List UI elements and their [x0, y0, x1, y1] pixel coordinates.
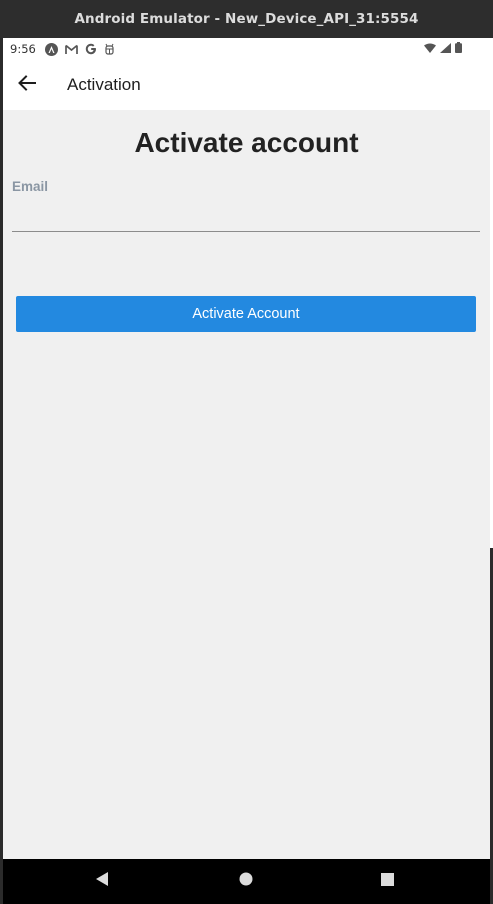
nav-home-button[interactable] — [222, 859, 270, 904]
status-time: 9:56 — [10, 42, 36, 56]
status-system-icons — [424, 42, 462, 56]
nav-recents-button[interactable] — [363, 859, 411, 904]
anchor-icon — [44, 42, 58, 56]
system-nav-bar — [3, 859, 490, 904]
gmail-icon — [64, 44, 78, 55]
device-screen: 9:56 Activation Activate account Email A… — [3, 38, 490, 904]
home-circle-icon — [239, 872, 253, 891]
wifi-icon — [424, 42, 436, 56]
signal-icon — [440, 42, 451, 56]
back-button[interactable] — [2, 60, 52, 110]
nav-back-button[interactable] — [78, 859, 126, 904]
window-title: Android Emulator - New_Device_API_31:555… — [74, 11, 419, 27]
activation-form: Activate account Email Activate Account — [3, 110, 490, 859]
google-icon — [85, 43, 97, 55]
email-label: Email — [12, 179, 49, 194]
window-titlebar: Android Emulator - New_Device_API_31:555… — [0, 0, 493, 38]
app-bar: Activation — [3, 60, 490, 110]
email-field[interactable] — [12, 198, 480, 232]
page-title: Activate account — [134, 127, 359, 158]
arrow-left-icon — [18, 74, 36, 96]
status-bar: 9:56 — [3, 38, 490, 60]
recents-square-icon — [380, 872, 394, 891]
app-bar-title: Activation — [67, 75, 141, 94]
activate-account-button[interactable]: Activate Account — [16, 296, 476, 332]
android-debug-icon — [104, 43, 115, 55]
back-triangle-icon — [95, 871, 109, 892]
battery-icon — [455, 42, 462, 56]
